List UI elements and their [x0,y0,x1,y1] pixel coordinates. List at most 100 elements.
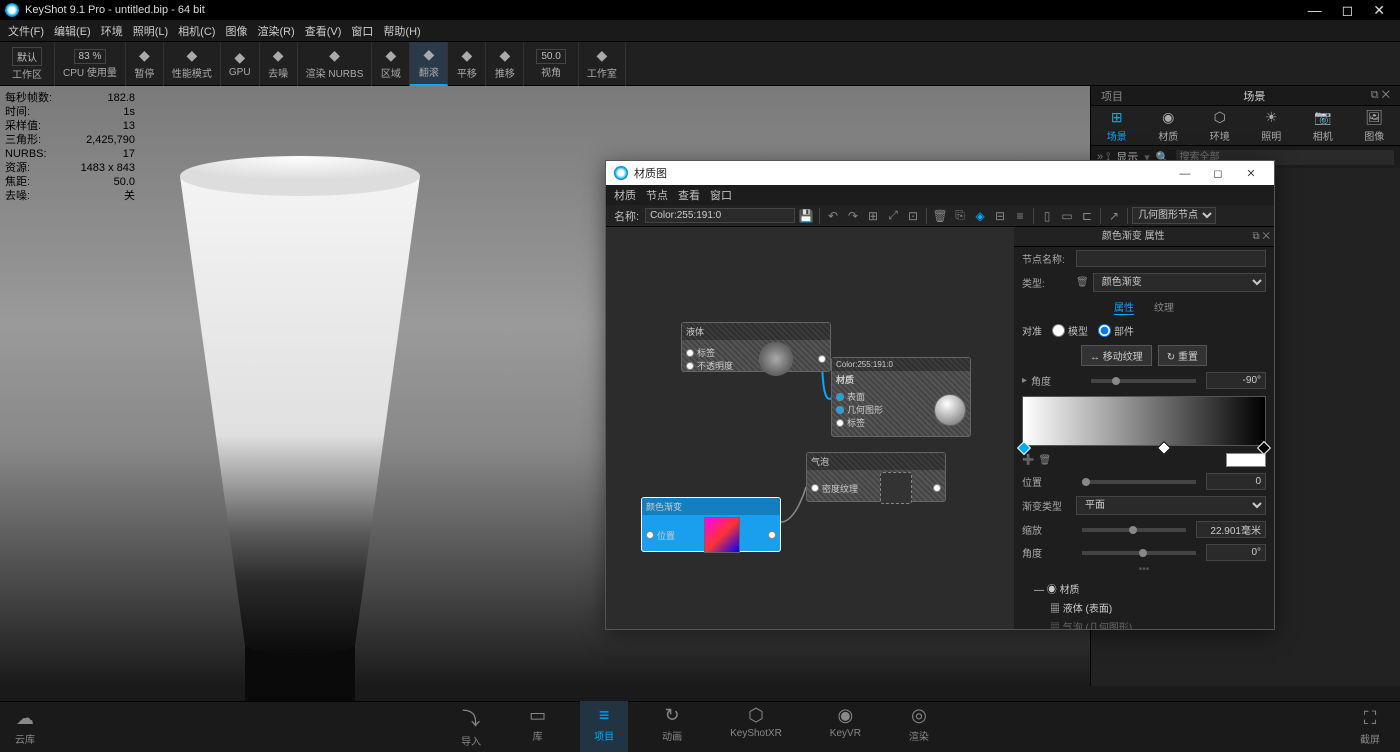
toolbar-button[interactable]: ◆GPU [221,42,260,86]
layout1-icon[interactable]: ▯ [1038,207,1056,225]
panel-tab[interactable]: ☀照明 [1261,109,1281,143]
angle2-input[interactable] [1206,544,1266,561]
menu-item[interactable]: 窗口 [351,23,373,39]
node-type-select[interactable]: 颜色渐变 [1093,273,1266,292]
tree-item[interactable]: ▦ 气泡 (几何图形) [1022,617,1266,629]
angle-input[interactable] [1206,372,1266,389]
node-graph-canvas[interactable]: 液体 标签 不透明度 Color:255:191:0 材质 表面 [606,227,1014,629]
cloud-library-button[interactable]: ☁ 云库 [15,708,35,746]
zoom-icon[interactable]: ⊡ [904,207,922,225]
menu-item[interactable]: 图像 [225,23,247,39]
position-input[interactable] [1206,473,1266,490]
material-name-input[interactable] [645,208,795,223]
angle2-slider[interactable] [1082,551,1196,555]
panel-tab-project[interactable]: 项目 [1101,88,1123,104]
tree-item[interactable]: ▦ 液体 (表面) [1022,598,1266,617]
maximize-button[interactable]: ◻ [1342,2,1354,19]
menu-item[interactable]: 编辑(E) [54,23,91,39]
node-material[interactable]: Color:255:191:0 材质 表面 几何图形 标签 [831,357,971,437]
dialog-maximize-button[interactable]: ◻ [1203,167,1233,180]
angle-slider[interactable] [1091,379,1196,383]
scale-slider[interactable] [1082,528,1186,532]
trash-icon[interactable]: 🗑 [1076,277,1089,288]
snap-icon[interactable]: ⊞ [864,207,882,225]
toolbar-button[interactable]: 50.0视角 [524,42,578,86]
menu-item[interactable]: 渲染(R) [257,23,294,39]
toolbar-button[interactable]: ◆性能模式 [164,42,221,86]
close-button[interactable]: ✕ [1373,2,1385,19]
panel-tab[interactable]: 🖼图像 [1364,109,1384,143]
bottom-button[interactable]: ▭库 [515,701,560,752]
bottom-button[interactable]: ↻动画 [648,701,696,752]
node-liquid[interactable]: 液体 标签 不透明度 [681,322,831,372]
window-title: KeyShot 9.1 Pro - untitled.bip - 64 bit [25,4,1308,16]
tree-material-header[interactable]: — ◉ 材质 [1022,579,1266,598]
layout3-icon[interactable]: ⊏ [1078,207,1096,225]
toolbar-button[interactable]: ◆渲染 NURBS [298,42,373,86]
dialog-menu-item[interactable]: 查看 [678,187,700,203]
menu-item[interactable]: 文件(F) [8,23,44,39]
add-stop-icon[interactable]: ➕ [1022,455,1034,466]
geometry-node-select[interactable]: 几何图形节点 [1132,207,1216,224]
redo-icon[interactable]: ↷ [844,207,862,225]
bottom-button[interactable]: ⤵导入 [447,701,495,752]
toolbar-button[interactable]: ◆去噪 [260,42,298,86]
undo-icon[interactable]: ↶ [824,207,842,225]
menu-item[interactable]: 相机(C) [178,23,215,39]
screenshot-button[interactable]: ⛶ 截屏 [1360,708,1380,746]
toolbar-button[interactable]: 83 %CPU 使用量 [55,42,126,86]
panel-tab[interactable]: ◉材质 [1158,109,1178,143]
node-mode-icon[interactable]: ◈ [971,207,989,225]
props-close-icon[interactable]: ⧉ ✕ [1252,227,1270,247]
panel-popout-icon[interactable]: ⧉ ✕ [1371,89,1390,102]
save-icon[interactable]: 💾 [797,207,815,225]
del-stop-icon[interactable]: 🗑 [1038,455,1051,466]
tab-attributes[interactable]: 属性 [1114,299,1134,315]
dialog-menu-item[interactable]: 窗口 [710,187,732,203]
bottom-button[interactable]: ≡项目 [580,701,628,752]
export-icon[interactable]: ↗ [1105,207,1123,225]
menu-item[interactable]: 帮助(H) [383,23,420,39]
menu-item[interactable]: 查看(V) [305,23,342,39]
toolbar-button[interactable]: 默认工作区 [0,42,55,86]
toolbar-button[interactable]: ◆平移 [448,42,486,86]
panel-tab[interactable]: 📷相机 [1313,109,1333,143]
toolbar-button[interactable]: ◆推移 [486,42,524,86]
position-slider[interactable] [1082,480,1196,484]
gradient-editor[interactable] [1022,396,1266,446]
fit-icon[interactable]: ⤢ [884,207,902,225]
reset-button[interactable]: ↻ 重置 [1158,345,1207,366]
app-logo-icon [5,3,19,17]
dialog-minimize-button[interactable]: — [1170,168,1200,180]
toolbar-button[interactable]: ◆暂停 [126,42,164,86]
dialog-menu-item[interactable]: 材质 [614,187,636,203]
radio-model[interactable]: 模型 [1052,323,1088,338]
scale-input[interactable] [1196,521,1266,538]
minimize-button[interactable]: — [1308,2,1322,19]
grid-icon[interactable]: ⊟ [991,207,1009,225]
panel-tab[interactable]: ⬡环境 [1210,109,1230,143]
menu-item[interactable]: 照明(L) [133,23,168,39]
move-texture-button[interactable]: ↔ 移动纹理 [1081,345,1152,366]
toolbar-button[interactable]: ◆翻滚 [410,42,448,86]
menu-item[interactable]: 环境 [101,23,123,39]
bottom-button[interactable]: ⬡KeyShotXR [716,701,796,752]
duplicate-icon[interactable]: ⎘ [951,207,969,225]
toolbar-button[interactable]: ◆工作室 [579,42,626,86]
align-icon[interactable]: ≡ [1011,207,1029,225]
node-color-gradient[interactable]: 颜色渐变 位置 [641,497,781,552]
bottom-button[interactable]: ◉KeyVR [816,701,875,752]
dialog-close-button[interactable]: ✕ [1236,167,1266,180]
node-name-input[interactable] [1076,250,1266,267]
color-swatch[interactable] [1226,453,1266,467]
panel-tab[interactable]: ⊞场景 [1107,109,1127,143]
layout2-icon[interactable]: ▭ [1058,207,1076,225]
tab-texture[interactable]: 纹理 [1154,299,1174,315]
radio-part[interactable]: 部件 [1098,323,1134,338]
dialog-menu-item[interactable]: 节点 [646,187,668,203]
toolbar-button[interactable]: ◆区域 [372,42,410,86]
node-bubble[interactable]: 气泡 密度纹理 [806,452,946,502]
bottom-button[interactable]: ◎渲染 [895,701,943,752]
delete-icon[interactable]: 🗑 [931,207,949,225]
gradient-type-select[interactable]: 平面 [1076,496,1266,515]
